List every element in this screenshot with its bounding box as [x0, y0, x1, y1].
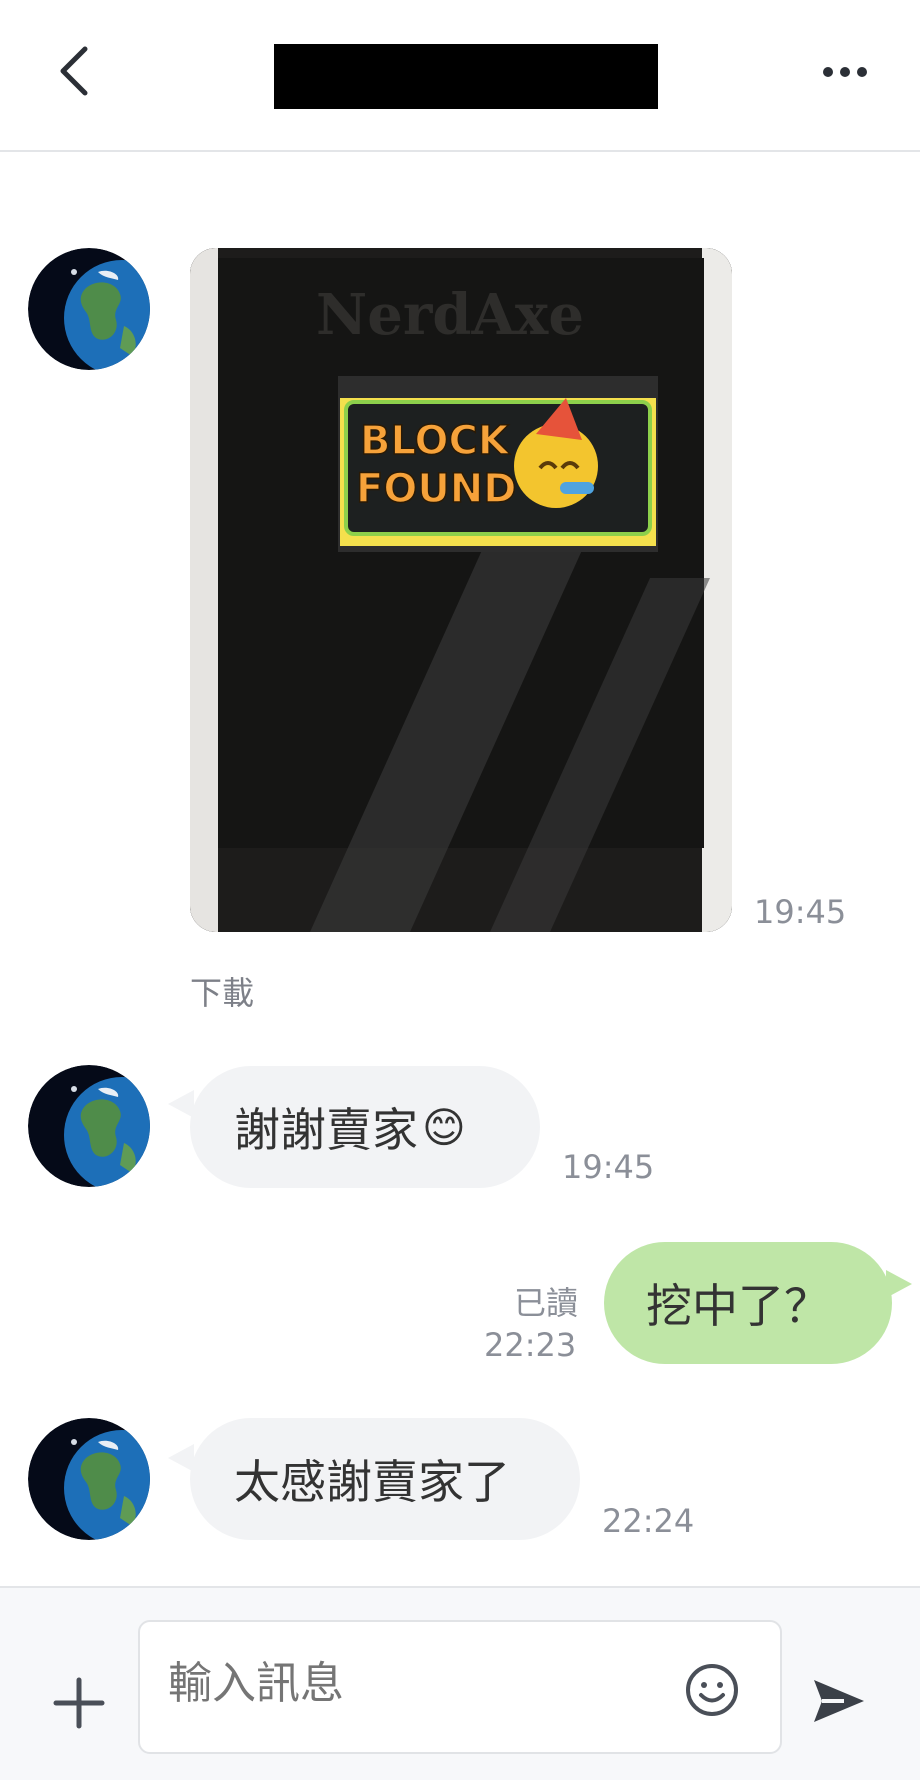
more-options-button[interactable]	[810, 44, 880, 100]
plus-icon	[53, 1677, 105, 1729]
chat-header	[0, 0, 920, 152]
smiley-icon	[686, 1664, 738, 1716]
emoji-button[interactable]	[684, 1662, 740, 1718]
message-text: 挖中了？	[646, 1279, 830, 1333]
smiling-face-emoji: 😊	[422, 1102, 466, 1152]
attach-button[interactable]	[50, 1674, 108, 1732]
message-composer	[0, 1586, 920, 1780]
contact-avatar[interactable]	[28, 248, 150, 370]
read-receipt: 已讀	[513, 1284, 578, 1322]
message-timestamp: 22:23	[484, 1326, 577, 1364]
send-icon	[814, 1680, 864, 1722]
message-text: 太感謝賣家了	[234, 1455, 510, 1509]
outgoing-message-bubble[interactable]: 挖中了？	[604, 1242, 892, 1364]
bubble-tail	[168, 1090, 194, 1118]
download-link[interactable]: 下載	[190, 968, 254, 1014]
photo-headline-found: FOUND	[356, 466, 517, 512]
message-text: 謝謝賣家	[234, 1103, 418, 1157]
message-input[interactable]	[168, 1658, 648, 1709]
incoming-message-bubble[interactable]: 太感謝賣家了	[190, 1418, 580, 1540]
message-input-box[interactable]	[138, 1620, 782, 1754]
send-button[interactable]	[808, 1670, 870, 1732]
photo-brand-text: NerdAxe	[316, 282, 584, 348]
photo-headline-block: BLOCK	[360, 418, 511, 464]
back-button[interactable]	[44, 36, 104, 106]
message-timestamp: 19:45	[754, 893, 847, 931]
message-timestamp: 19:45	[562, 1148, 655, 1186]
message-timestamp: 22:24	[602, 1502, 695, 1540]
redacted-chat-title	[274, 44, 658, 109]
chevron-left-icon	[60, 46, 88, 96]
shared-photo[interactable]: NerdAxe BLOCK FOUND	[190, 248, 732, 932]
incoming-message-bubble[interactable]: 謝謝賣家 😊	[190, 1066, 540, 1188]
more-dots-icon	[823, 67, 867, 77]
contact-avatar[interactable]	[28, 1418, 150, 1540]
contact-avatar[interactable]	[28, 1065, 150, 1187]
bubble-tail	[886, 1270, 912, 1298]
